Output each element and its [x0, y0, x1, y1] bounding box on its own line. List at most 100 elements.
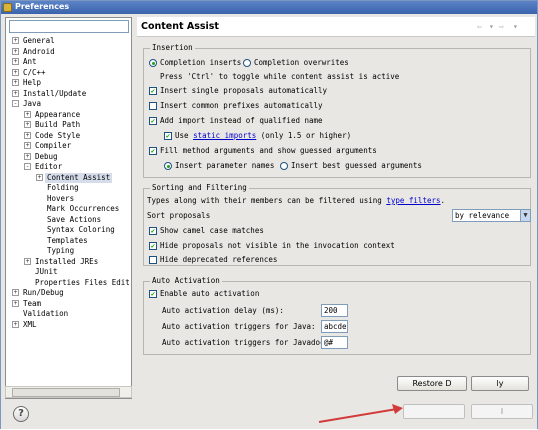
expand-icon[interactable]: + [12, 47, 19, 55]
expand-icon[interactable]: + [12, 320, 19, 328]
enable-auto-activation-label: Enable auto activation [160, 289, 260, 298]
tree-item-label: Mark Occurrences [47, 204, 120, 213]
page-title: Content Assist [141, 21, 219, 32]
tree-item-label: C/C++ [23, 67, 46, 77]
title-bar[interactable]: Preferences [1, 1, 537, 14]
enable-auto-activation-checkbox[interactable]: ✔ [149, 290, 157, 298]
sort-proposals-dropdown[interactable]: by relevance ▼ [452, 209, 531, 222]
insert-param-names-label: Insert parameter names [175, 161, 275, 170]
expand-icon[interactable]: + [36, 173, 43, 181]
expand-icon[interactable]: + [24, 152, 31, 160]
add-import-label: Add import instead of qualified name [160, 116, 323, 125]
insert-common-label: Insert common prefixes automatically [160, 101, 323, 110]
collapse-icon[interactable]: - [12, 100, 19, 107]
tree-item-label: JUnit [35, 267, 58, 276]
tree-item-label: Appearance [35, 109, 81, 119]
tree-item-label: XML [23, 319, 37, 329]
types-filter-text: Types along with their members can be fi… [147, 196, 445, 206]
tree-item-label: Ant [23, 57, 37, 66]
expand-icon[interactable]: + [24, 110, 31, 118]
group-label: Sorting and Filtering [150, 183, 249, 192]
tree-item-label: General [23, 36, 55, 45]
use-static-imports-checkbox[interactable]: ✔ [164, 132, 172, 140]
insertion-group: Insertion Completion inserts Completion … [143, 43, 531, 178]
expand-icon[interactable]: + [24, 257, 31, 265]
expand-icon[interactable]: + [24, 121, 31, 128]
sort-proposals-value: by relevance [455, 211, 510, 220]
expand-icon[interactable]: + [12, 289, 19, 296]
use-static-imports-label: Use static imports (only 1.5 or higher) [175, 131, 351, 141]
completion-inserts-label: Completion inserts [160, 58, 242, 67]
delay-input[interactable]: 200 [321, 304, 348, 317]
types-prefix: Types along with their members can be fi… [147, 196, 387, 205]
type-filters-link[interactable]: type filters [386, 196, 440, 205]
preferences-window: Preferences + General + Android + Ant + C/C++ + H… [0, 0, 538, 429]
insert-common-checkbox[interactable] [149, 102, 157, 110]
static-imports-link[interactable]: static imports [193, 131, 256, 140]
hide-deprecated-checkbox[interactable] [149, 256, 157, 264]
page-header: Content Assist ⇦ ▾ ⇨ ▾ [137, 17, 535, 37]
insert-single-checkbox[interactable]: ✔ [149, 87, 157, 95]
tree-item-label: Validation [23, 309, 69, 318]
hide-not-visible-label: Hide proposals not visible in the invoca… [160, 241, 395, 250]
expand-icon[interactable]: + [12, 299, 19, 307]
expand-icon[interactable]: + [12, 37, 19, 44]
expand-icon[interactable]: + [12, 79, 19, 86]
completion-inserts-radio[interactable] [149, 59, 157, 67]
forward-arrow-icon[interactable]: ⇨ [499, 22, 504, 31]
cancel-button[interactable]: l [471, 404, 533, 419]
show-camel-checkbox[interactable]: ✔ [149, 227, 157, 235]
hide-not-visible-checkbox[interactable]: ✔ [149, 242, 157, 250]
java-triggers-label: Auto activation triggers for Java: [162, 322, 316, 331]
chevron-down-icon[interactable]: ▼ [520, 210, 530, 221]
content-assist-page: Insertion Completion inserts Completion … [137, 38, 535, 400]
tree-item-label: Content Assist [45, 172, 113, 183]
scrollbar-thumb[interactable] [12, 388, 120, 397]
tree-item-label: Install/Update [23, 88, 87, 98]
expand-icon[interactable]: + [24, 142, 31, 149]
tree-item-label: Templates [47, 235, 88, 245]
insert-single-label: Insert single proposals automatically [160, 86, 328, 95]
insert-param-names-radio[interactable] [164, 162, 172, 170]
tree-horizontal-scrollbar[interactable] [5, 386, 132, 398]
types-suffix: . [440, 196, 446, 205]
forward-menu-chevron-icon[interactable]: ▾ [513, 22, 518, 31]
back-menu-chevron-icon[interactable]: ▾ [489, 22, 494, 31]
sorting-filtering-group: Sorting and Filtering Types along with t… [143, 183, 531, 266]
tree-item-label: Folding [47, 183, 79, 192]
tree-item-label: Build Path [35, 120, 81, 129]
toggle-hint: Press 'Ctrl' to toggle while content ass… [160, 72, 400, 81]
tree-item-label: Help [23, 78, 42, 87]
restore-defaults-button[interactable]: Restore D [397, 376, 467, 391]
expand-icon[interactable]: + [12, 68, 19, 76]
help-icon[interactable]: ? [13, 406, 29, 422]
fill-method-label: Fill method arguments and show guessed a… [160, 146, 377, 155]
collapse-icon[interactable]: - [24, 163, 31, 170]
tree-item-label: Debug [35, 151, 58, 161]
insert-best-guessed-label: Insert best guessed arguments [291, 161, 422, 170]
java-triggers-input[interactable]: abcde [321, 320, 348, 333]
tree-item-label: Java [23, 99, 42, 108]
expand-icon[interactable]: + [24, 131, 31, 139]
completion-overwrites-radio[interactable] [243, 59, 251, 67]
show-camel-label: Show camel case matches [160, 226, 264, 235]
insert-best-guessed-radio[interactable] [280, 162, 288, 170]
apply-button[interactable]: ly [471, 376, 529, 391]
use-prefix: Use [175, 131, 194, 140]
tree-item-label: Editor [35, 162, 63, 171]
tree-item-label: Run/Debug [23, 288, 64, 297]
tree-item-label: Typing [47, 246, 75, 255]
tree-item-label: Android [23, 46, 55, 56]
javadoc-triggers-input[interactable]: @# [321, 336, 348, 349]
filter-input[interactable] [9, 20, 129, 33]
back-arrow-icon[interactable]: ⇦ [477, 22, 482, 31]
expand-icon[interactable]: + [12, 58, 19, 65]
tree-item-label: Team [23, 298, 42, 308]
group-label: Insertion [150, 43, 195, 52]
ok-button[interactable] [403, 404, 465, 419]
expand-icon[interactable]: + [12, 89, 19, 97]
add-import-checkbox[interactable]: ✔ [149, 117, 157, 125]
tree-item-label: Code Style [35, 130, 81, 140]
fill-method-checkbox[interactable]: ✔ [149, 147, 157, 155]
javadoc-triggers-label: Auto activation triggers for Javadoc: [162, 338, 330, 347]
